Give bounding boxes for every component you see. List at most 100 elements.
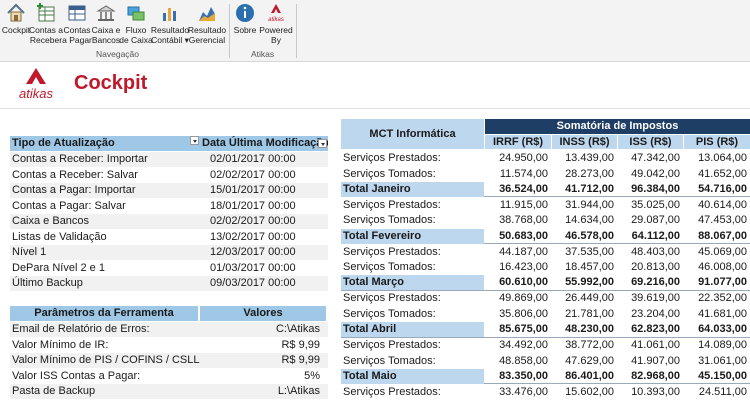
update-data-cell: 15/01/2017 00:00: [210, 184, 296, 196]
table-row[interactable]: Serviços Tomados: 38.768,00 14.634,00 29.08…: [341, 213, 750, 228]
table-icon: [68, 5, 86, 21]
total-row[interactable]: Total Fevereiro 50.683,00 46.578,00 64.112,…: [341, 228, 750, 244]
contas-pagar-button[interactable]: Contas a Pagar: [62, 2, 92, 45]
table-row[interactable]: Serviços Prestados: 11.915,00 31.944,00 35.…: [341, 198, 750, 213]
table-row[interactable]: Serviços Prestados: 33.476,00 15.602,00 10.…: [341, 385, 750, 400]
param-value-cell[interactable]: R$ 9,99: [200, 338, 320, 353]
table-row[interactable]: Nível 1 12/03/2017 00:00: [10, 245, 328, 260]
tax-value-cell: 82.968,00: [631, 369, 680, 382]
tax-row-label: Total Abril: [341, 322, 484, 338]
sobre-button[interactable]: Sobre: [232, 2, 258, 35]
update-tipo-cell: Listas de Validação: [12, 230, 107, 243]
table-row[interactable]: Caixa e Bancos 02/02/2017 00:00: [10, 214, 328, 229]
tax-value-cell: 29.087,00: [631, 214, 680, 227]
params-col-valor: Valores: [200, 306, 326, 321]
tax-col-header: INSS (R$): [552, 135, 617, 149]
tax-row-label: Serviços Tomados:: [343, 308, 436, 320]
param-name-cell: Email de Relatório de Erros:: [12, 323, 150, 335]
table-row[interactable]: Pasta de Backup L:\Atikas: [10, 384, 328, 399]
resultado-gerencial-button[interactable]: Resultado Gerencial: [188, 2, 226, 45]
tax-value-cell: 64.112,00: [631, 229, 680, 242]
table-row[interactable]: Serviços Tomados: 11.574,00 28.273,00 49.04…: [341, 167, 750, 182]
table-row[interactable]: Valor Mínimo de PIS / COFINS / CSLL: R$ 9…: [10, 353, 328, 368]
table-row[interactable]: Serviços Tomados: 48.858,00 47.629,00 41.90…: [341, 354, 750, 369]
table-row[interactable]: Serviços Prestados: 49.869,00 26.449,00 39.…: [341, 291, 750, 306]
table-row[interactable]: Valor ISS Contas a Pagar: 5%: [10, 368, 328, 384]
tax-value-cell: 49.042,00: [631, 167, 680, 180]
update-table: Tipo de Atualização Data Última Modifica…: [10, 136, 328, 296]
atikas-logo-icon: atikas: [268, 4, 284, 23]
resultado-contabil-button[interactable]: Resultado Contábil ▾: [151, 2, 189, 45]
tax-row-label: Total Março: [341, 275, 484, 291]
param-value-cell[interactable]: C:\Atikas: [200, 322, 320, 337]
update-tipo-cell: DePara Nível 2 e 1: [12, 261, 105, 274]
ribbon-label-powered-by: Powered By: [259, 25, 293, 45]
table-row[interactable]: Serviços Prestados: 34.492,00 38.772,00 41.…: [341, 338, 750, 353]
tax-group-header: Somatória de Impostos: [485, 119, 750, 134]
param-value-cell[interactable]: L:\Atikas: [200, 384, 320, 399]
table-row[interactable]: Contas a Pagar: Importar 15/01/2017 00:00: [10, 183, 328, 198]
total-row[interactable]: Total Janeiro 36.524,00 41.712,00 96.384,00…: [341, 181, 750, 198]
tax-value-cell: 18.457,00: [565, 261, 614, 274]
tax-row-label: Serviços Tomados:: [343, 167, 436, 180]
table-row[interactable]: Listas de Validação 13/02/2017 00:00: [10, 229, 328, 245]
table-row[interactable]: Contas a Receber: Salvar 02/02/2017 00:00: [10, 167, 328, 183]
tax-col-header: ISS (R$): [618, 135, 683, 149]
param-value-cell[interactable]: 5%: [200, 369, 320, 384]
filter-dropdown-icon[interactable]: [318, 139, 327, 148]
filter-dropdown-icon[interactable]: [190, 136, 199, 145]
update-data-cell: 12/03/2017 00:00: [210, 246, 296, 258]
table-row[interactable]: Contas a Receber: Importar 02/01/2017 00:…: [10, 152, 328, 167]
powered-by-button[interactable]: atikas Powered By: [259, 2, 293, 45]
tax-value-cell: 33.476,00: [499, 386, 548, 398]
tax-value-cell: 46.578,00: [565, 229, 614, 242]
param-value-cell[interactable]: R$ 9,99: [200, 353, 320, 368]
table-row[interactable]: DePara Nível 2 e 1 01/03/2017 00:00: [10, 260, 328, 276]
svg-text:atikas: atikas: [268, 17, 284, 23]
ribbon-label-fluxo-caixa: Fluxo de Caixa: [119, 25, 153, 45]
tax-col-header: IRRF (R$): [485, 135, 551, 149]
ribbon-label-cockpit: Cockpit: [1, 25, 31, 35]
update-table-header: Tipo de Atualização Data Última Modifica…: [10, 136, 328, 151]
tax-row-label: Serviços Prestados:: [343, 198, 441, 211]
tax-value-cell: 31.061,00: [698, 354, 747, 367]
update-tipo-cell: Contas a Pagar: Salvar: [12, 199, 126, 212]
update-data-cell: 01/03/2017 00:00: [210, 261, 296, 274]
total-row[interactable]: Total Março 60.610,00 55.992,00 69.216,00 91…: [341, 275, 750, 291]
tax-row-label: Serviços Tomados:: [343, 354, 436, 367]
group-separator: [296, 4, 297, 58]
update-col-tipo[interactable]: Tipo de Atualização: [10, 136, 200, 151]
cockpit-button[interactable]: Cockpit: [2, 2, 30, 35]
table-row[interactable]: Serviços Tomados: 16.423,00 18.457,00 20.81…: [341, 260, 750, 275]
tax-value-cell: 24.950,00: [499, 152, 548, 164]
fluxo-caixa-button[interactable]: Fluxo de Caixa: [119, 2, 153, 45]
page-title: Cockpit: [74, 72, 148, 94]
table-row[interactable]: Contas a Pagar: Salvar 18/01/2017 00:00: [10, 198, 328, 214]
area-chart-icon: [199, 7, 215, 21]
table-row[interactable]: Email de Relatório de Erros: C:\Atikas: [10, 322, 328, 337]
tax-value-cell: 83.350,00: [499, 369, 548, 382]
table-row[interactable]: Serviços Prestados: 24.950,00 13.439,00 47.…: [341, 151, 750, 166]
param-name-cell: Valor ISS Contas a Pagar:: [12, 369, 141, 382]
tax-value-cell: 41.681,00: [698, 308, 747, 320]
caixa-bancos-button[interactable]: Caixa e Bancos: [91, 2, 121, 45]
table-row[interactable]: Serviços Tomados: 35.806,00 21.781,00 23.20…: [341, 307, 750, 322]
update-data-cell: 02/02/2017 00:00: [210, 168, 296, 181]
tax-value-cell: 45.150,00: [698, 369, 747, 382]
update-data-cell: 09/03/2017 00:00: [210, 277, 296, 289]
table-row[interactable]: Valor Mínimo de IR: R$ 9,99: [10, 337, 328, 353]
tax-value-cell: 62.823,00: [631, 323, 680, 336]
total-row[interactable]: Total Abril 85.675,00 48.230,00 62.823,00 64…: [341, 322, 750, 338]
update-col-data[interactable]: Data Última Modificação: [200, 136, 328, 151]
tax-value-cell: 46.008,00: [698, 261, 747, 274]
total-row[interactable]: Total Maio 83.350,00 86.401,00 82.968,00 45.…: [341, 368, 750, 385]
header-divider: [0, 108, 750, 109]
param-name-cell: Valor Mínimo de IR:: [12, 338, 109, 351]
tax-value-cell: 13.439,00: [565, 152, 614, 164]
table-row[interactable]: Último Backup 09/03/2017 00:00: [10, 276, 328, 291]
contas-receber-button[interactable]: Contas a Receber: [29, 2, 63, 45]
update-data-cell: 02/02/2017 00:00: [210, 215, 296, 227]
update-tipo-cell: Contas a Receber: Salvar: [12, 168, 138, 181]
param-name-cell: Pasta de Backup: [12, 385, 96, 397]
table-row[interactable]: Serviços Prestados: 44.187,00 37.535,00 48.…: [341, 245, 750, 260]
